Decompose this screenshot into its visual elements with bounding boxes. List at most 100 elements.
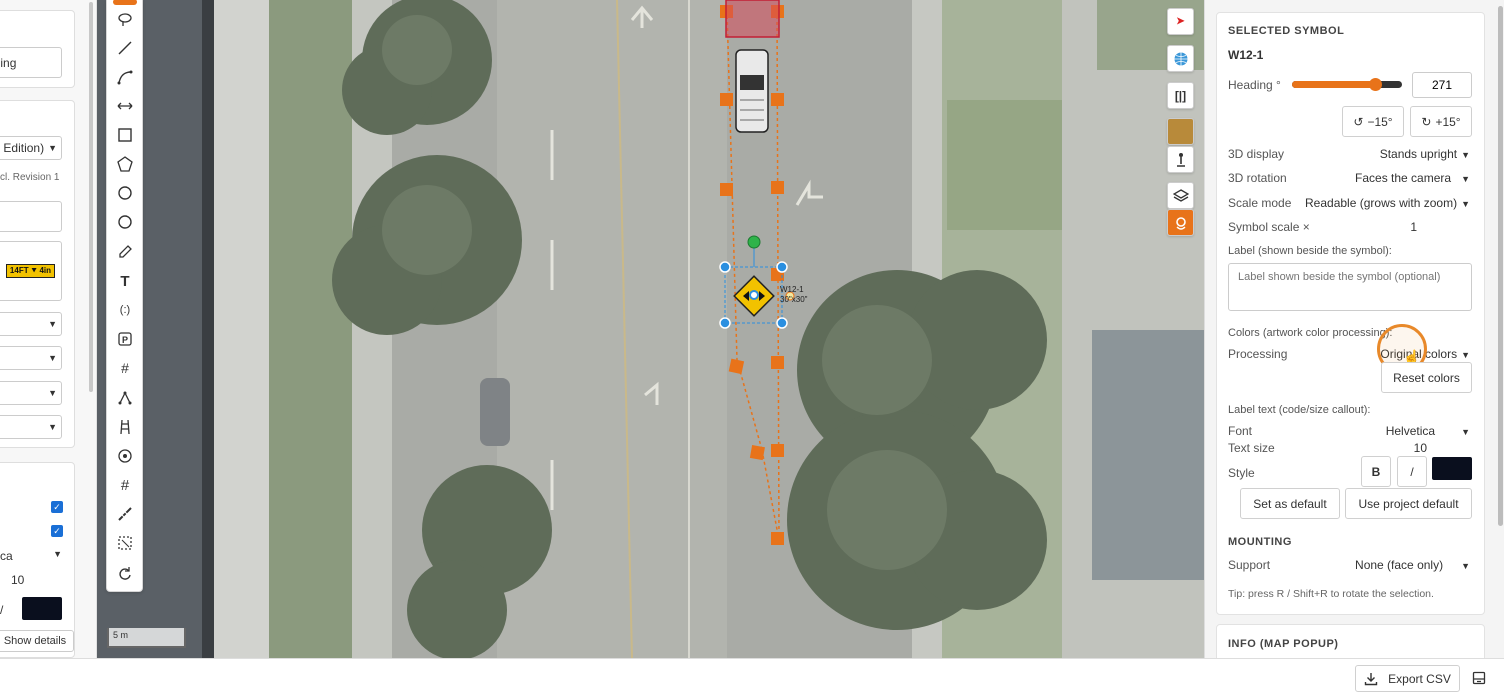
symbol-code: W12-1 bbox=[1228, 48, 1264, 62]
color-swatch-left[interactable] bbox=[22, 597, 62, 620]
scale-mode-label: Scale mode bbox=[1228, 196, 1292, 210]
set-as-default-button[interactable]: Set as default bbox=[1240, 488, 1340, 519]
option-select-3[interactable]: ▼ bbox=[0, 381, 62, 405]
street-view-icon[interactable] bbox=[1167, 146, 1194, 173]
map-canvas[interactable]: W12-1 30"x30" bbox=[97, 0, 1204, 658]
symbol-scale-label: Symbol scale × bbox=[1228, 220, 1310, 234]
edition-select[interactable]: Edition) ▼ bbox=[0, 136, 62, 160]
drawing-toolbar: T (:) P # # bbox=[106, 0, 143, 592]
heading-slider[interactable] bbox=[1292, 78, 1402, 91]
font-value-left: ca bbox=[0, 549, 13, 563]
style-label: Style bbox=[1228, 466, 1255, 480]
rotation-3d-label: 3D rotation bbox=[1228, 171, 1287, 185]
heading-slider-thumb[interactable] bbox=[1368, 78, 1382, 91]
rotation-3d-select[interactable]: Faces the camera ▼ bbox=[1355, 171, 1470, 185]
rotation-3d-value: Faces the camera bbox=[1355, 171, 1452, 185]
rotate-icon[interactable] bbox=[113, 562, 137, 586]
chevron-down-icon: ▼ bbox=[1461, 427, 1470, 437]
edition-label: Edition) bbox=[3, 141, 45, 155]
text-size-value[interactable]: 10 bbox=[1413, 441, 1427, 455]
chevron-down-icon: ▼ bbox=[48, 319, 57, 329]
planning-field[interactable]: nning bbox=[0, 47, 62, 78]
text-color-swatch[interactable] bbox=[1432, 457, 1472, 480]
rotate-ccw-button[interactable]: ↺ −15° bbox=[1342, 106, 1404, 137]
italic-button[interactable]: / bbox=[1397, 456, 1427, 487]
sign-preview-plate: 14FT ⯆ 4in bbox=[5, 264, 55, 278]
right-scrollbar[interactable] bbox=[1498, 6, 1503, 526]
bold-button[interactable]: B bbox=[1361, 456, 1391, 487]
text-icon[interactable]: T bbox=[113, 269, 137, 293]
heading-label: Heading ° bbox=[1228, 78, 1281, 92]
fit-bounds-icon[interactable]: [|] bbox=[1167, 82, 1194, 109]
support-value: None (face only) bbox=[1355, 558, 1444, 572]
sign-callout-size: 30"x30" bbox=[780, 295, 808, 304]
left-scrollbar[interactable] bbox=[89, 2, 93, 392]
label-text-header: Label text (code/size callout): bbox=[1228, 404, 1371, 416]
basemap-toggle-icon[interactable] bbox=[1167, 118, 1194, 145]
download-icon bbox=[1364, 672, 1378, 685]
rotate-cw-label: +15° bbox=[1435, 114, 1461, 129]
label-field-label: Label (shown beside the symbol): bbox=[1228, 245, 1392, 257]
panel-toggle-icon[interactable] bbox=[1472, 671, 1486, 690]
display-3d-select[interactable]: Stands upright ▼ bbox=[1380, 147, 1470, 161]
rectangle-icon[interactable] bbox=[113, 123, 137, 147]
option-select-2[interactable]: ▼ bbox=[0, 346, 62, 370]
heading-slider-fill bbox=[1292, 81, 1375, 88]
use-project-default-button[interactable]: Use project default bbox=[1345, 488, 1472, 519]
globe-icon[interactable] bbox=[1167, 45, 1194, 72]
rotate-cw-button[interactable]: ↻ +15° bbox=[1410, 106, 1472, 137]
curve-icon[interactable] bbox=[113, 65, 137, 89]
chevron-down-icon: ▼ bbox=[48, 422, 57, 432]
heading-input[interactable] bbox=[1412, 72, 1472, 98]
label-textarea[interactable] bbox=[1228, 263, 1472, 311]
checkbox-2[interactable]: ✓ bbox=[51, 525, 63, 537]
rotate-tip: Tip: press R / Shift+R to rotate the sel… bbox=[1228, 588, 1434, 600]
parking-icon[interactable]: P bbox=[113, 327, 137, 351]
option-select-1[interactable]: ▼ bbox=[0, 312, 62, 336]
measure-icon[interactable] bbox=[113, 502, 137, 526]
size-value-left: 10 bbox=[11, 573, 25, 587]
selected-symbol-card bbox=[1216, 12, 1485, 615]
section-title: SELECTED SYMBOL bbox=[1228, 25, 1345, 37]
compass-icon[interactable]: ➤ bbox=[1167, 8, 1194, 35]
active-tool-indicator[interactable] bbox=[113, 0, 137, 5]
svg-text:P: P bbox=[122, 335, 128, 345]
font-label: Font bbox=[1228, 424, 1253, 438]
font-select[interactable]: Helvetica ▼ bbox=[1386, 424, 1470, 438]
polygon-icon[interactable] bbox=[113, 152, 137, 176]
ellipse-icon[interactable] bbox=[113, 210, 137, 234]
callout-icon[interactable]: (:) bbox=[113, 298, 137, 322]
support-select[interactable]: None (face only) ▼ bbox=[1355, 558, 1470, 572]
scale-mode-value: Readable (grows with zoom) bbox=[1305, 196, 1458, 210]
processing-label: Processing bbox=[1228, 347, 1288, 361]
hatch-icon[interactable]: # bbox=[113, 473, 137, 497]
scale-mode-select[interactable]: Readable (grows with zoom) ▼ bbox=[1305, 196, 1470, 210]
select-area-icon[interactable] bbox=[113, 531, 137, 555]
crosswalk-icon[interactable]: # bbox=[113, 356, 137, 380]
location-icon[interactable] bbox=[1167, 209, 1194, 236]
layers-icon[interactable] bbox=[1167, 182, 1194, 209]
target-icon[interactable] bbox=[113, 444, 137, 468]
ladder-icon[interactable] bbox=[113, 415, 137, 439]
show-details-button[interactable]: Show details bbox=[0, 630, 74, 652]
italic-button-left[interactable]: / bbox=[0, 603, 3, 617]
export-csv-button[interactable]: Export CSV bbox=[1355, 665, 1460, 692]
search-field[interactable] bbox=[0, 201, 62, 232]
lasso-icon[interactable] bbox=[113, 8, 137, 32]
node-edit-icon[interactable] bbox=[113, 386, 137, 410]
info-title: INFO (MAP POPUP) bbox=[1228, 638, 1339, 650]
dimension-icon[interactable] bbox=[113, 94, 137, 118]
checkbox-1[interactable]: ✓ bbox=[51, 501, 63, 513]
export-csv-label: Export CSV bbox=[1388, 671, 1451, 686]
rotate-ccw-label: −15° bbox=[1367, 114, 1393, 129]
circle-icon[interactable] bbox=[113, 181, 137, 205]
scale-bar: 5 m bbox=[107, 628, 186, 648]
option-select-4[interactable]: )▼ bbox=[0, 415, 62, 439]
reset-colors-button[interactable]: Reset colors bbox=[1381, 362, 1472, 393]
symbol-scale-value[interactable]: 1 bbox=[1405, 220, 1417, 234]
line-icon[interactable] bbox=[113, 36, 137, 60]
pencil-icon[interactable] bbox=[113, 240, 137, 264]
bottom-bar: Export CSV bbox=[0, 658, 1504, 696]
chevron-down-icon: ▼ bbox=[48, 388, 57, 398]
font-select-left[interactable]: ca ▼ bbox=[0, 549, 62, 563]
